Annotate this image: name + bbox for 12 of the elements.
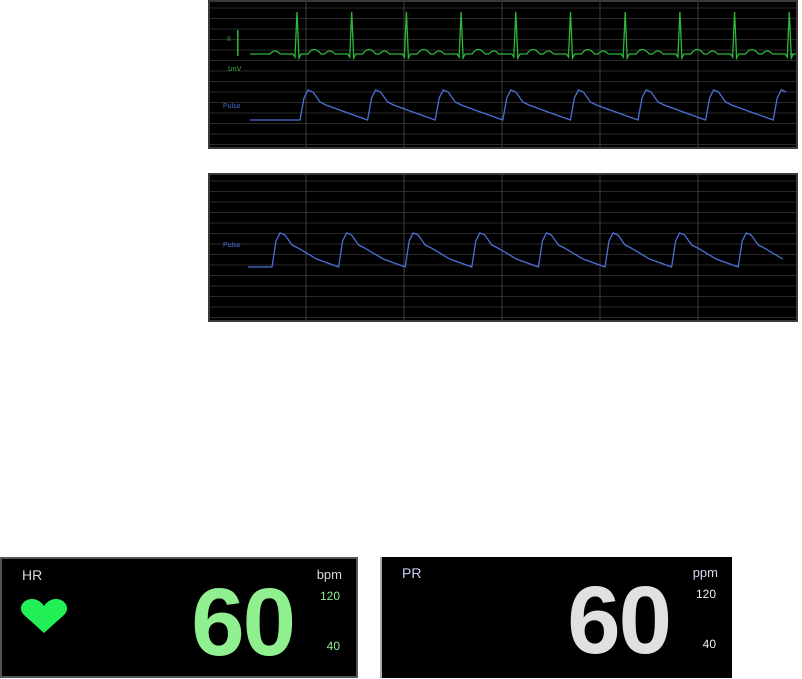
parameter-value: 60 [191, 571, 294, 675]
high-limit: 120 [320, 589, 340, 603]
parameter-label: PR [402, 565, 422, 581]
parameter-label: HR [22, 567, 42, 583]
low-limit: 40 [702, 637, 716, 651]
heart-icon [20, 599, 68, 633]
low-limit: 40 [326, 639, 340, 653]
unit-label: ppm [692, 565, 718, 580]
high-limit: 120 [696, 587, 716, 601]
calibration-mark [237, 30, 238, 56]
parameter-value: 60 [567, 569, 670, 673]
unit-label: bpm [316, 567, 342, 582]
